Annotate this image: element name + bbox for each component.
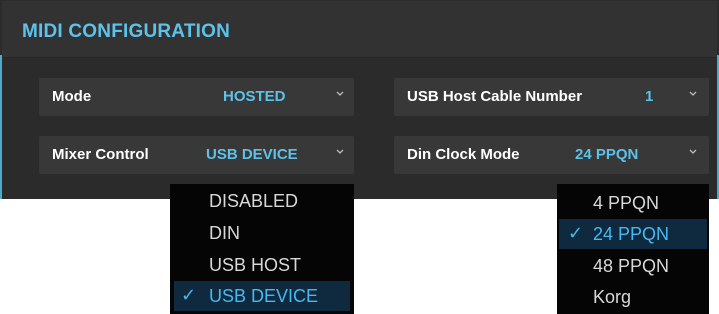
din-clock-option-24-ppqn[interactable]: ✓ 24 PPQN: [559, 219, 707, 249]
option-label: USB HOST: [209, 255, 302, 275]
din-clock-option-korg[interactable]: Korg: [557, 282, 709, 312]
checkmark-icon: ✓: [568, 223, 584, 243]
din-clock-mode-dropdown: 4 PPQN ✓ 24 PPQN 48 PPQN Korg: [557, 184, 709, 314]
panel-title: MIDI CONFIGURATION: [22, 21, 231, 42]
mode-select[interactable]: Mode HOSTED: [39, 78, 354, 116]
din-clock-mode-select[interactable]: Din Clock Mode 24 PPQN: [394, 136, 709, 174]
usb-host-cable-number-select[interactable]: USB Host Cable Number 1: [394, 78, 709, 116]
option-label: 24 PPQN: [593, 224, 670, 244]
mode-value: HOSTED: [223, 88, 286, 105]
option-label: 48 PPQN: [593, 256, 670, 276]
option-label: DISABLED: [209, 191, 299, 211]
panel-header: MIDI CONFIGURATION: [2, 1, 717, 58]
mode-label: Mode: [52, 88, 92, 105]
din-clock-mode-value: 24 PPQN: [575, 146, 639, 163]
mixer-control-dropdown: DISABLED DIN USB HOST ✓ USB DEVICE: [170, 184, 354, 314]
chevron-down-icon: [689, 91, 697, 96]
mixer-control-option-disabled[interactable]: DISABLED: [170, 186, 354, 216]
option-label: DIN: [209, 223, 240, 243]
checkmark-icon: ✓: [181, 285, 197, 305]
option-label: Korg: [593, 287, 632, 307]
mixer-control-value: USB DEVICE: [206, 146, 298, 163]
mixer-control-option-usb-device[interactable]: ✓ USB DEVICE: [174, 281, 350, 311]
option-label: 4 PPQN: [593, 193, 660, 213]
mixer-control-option-din[interactable]: DIN: [170, 218, 354, 248]
din-clock-option-4-ppqn[interactable]: 4 PPQN: [557, 188, 709, 218]
option-label: USB DEVICE: [209, 286, 319, 306]
mixer-control-select[interactable]: Mixer Control USB DEVICE: [39, 136, 354, 174]
mixer-control-label: Mixer Control: [52, 146, 149, 163]
chevron-down-icon: [336, 149, 344, 154]
usb-host-cable-number-value: 1: [645, 88, 654, 105]
chevron-down-icon: [689, 149, 697, 154]
din-clock-option-48-ppqn[interactable]: 48 PPQN: [557, 251, 709, 281]
panel-edge-left: [0, 55, 2, 199]
din-clock-mode-label: Din Clock Mode: [407, 146, 520, 163]
chevron-down-icon: [336, 91, 344, 96]
usb-host-cable-number-label: USB Host Cable Number: [407, 88, 583, 105]
midi-configuration-panel: MIDI CONFIGURATION Mode HOSTED USB Host …: [0, 0, 719, 199]
mixer-control-option-usb-host[interactable]: USB HOST: [170, 250, 354, 280]
